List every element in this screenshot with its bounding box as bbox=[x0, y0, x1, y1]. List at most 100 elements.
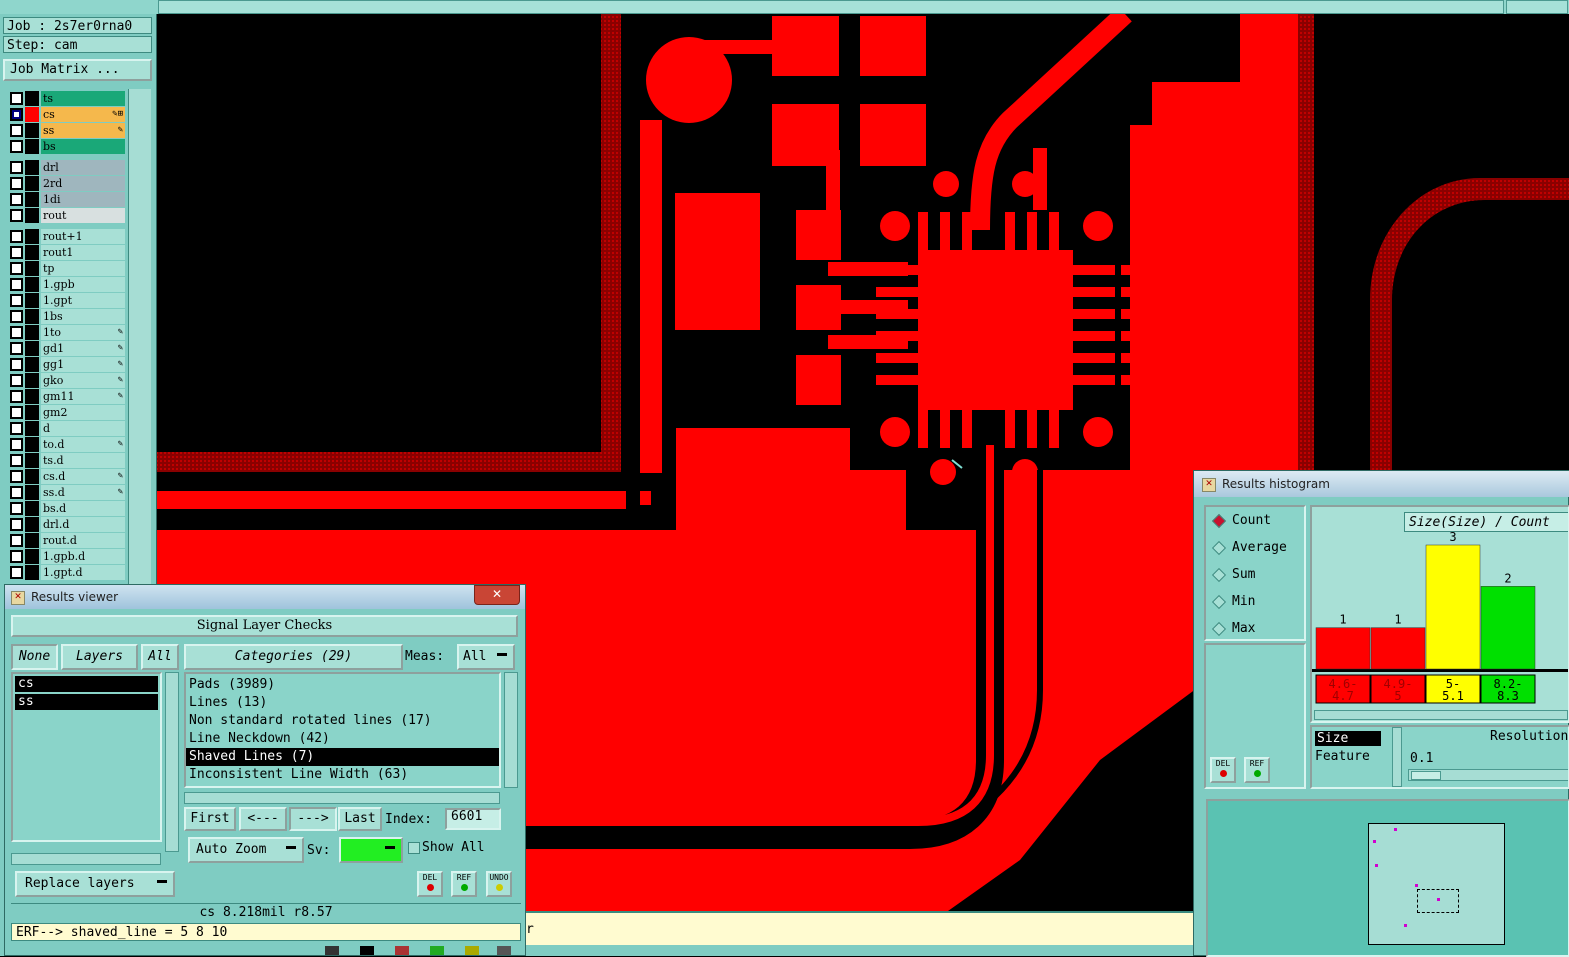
layer-result-item[interactable]: ss bbox=[15, 694, 158, 710]
sv-color-select[interactable] bbox=[339, 837, 403, 863]
layer-row-ss[interactable]: ss ✎ bbox=[5, 123, 125, 138]
replace-layers-select[interactable]: Replace layers bbox=[15, 871, 175, 897]
layer-checkbox[interactable] bbox=[10, 534, 23, 547]
mode-radio-min[interactable]: Min bbox=[1206, 588, 1304, 615]
layer-row-bs[interactable]: bs bbox=[5, 139, 125, 154]
mode-radio-count[interactable]: Count bbox=[1206, 507, 1304, 534]
undo-icon[interactable]: UNDO bbox=[486, 871, 512, 897]
category-item[interactable]: Lines (13) bbox=[186, 694, 499, 712]
layer-checkbox[interactable] bbox=[10, 278, 23, 291]
layer-checkbox[interactable] bbox=[10, 326, 23, 339]
job-matrix-button[interactable]: Job Matrix ... bbox=[3, 59, 152, 81]
resolution-slider[interactable] bbox=[1408, 769, 1568, 781]
layer-checkbox[interactable] bbox=[10, 262, 23, 275]
layer-name[interactable]: to.d bbox=[41, 437, 125, 452]
prev-button[interactable]: <--- bbox=[239, 807, 287, 831]
close-button[interactable]: ✕ bbox=[474, 585, 520, 605]
refresh-icon[interactable]: REF bbox=[451, 871, 477, 897]
layer-list-hscroll[interactable] bbox=[11, 853, 161, 865]
layer-row-cs.d[interactable]: cs.d ✎ bbox=[5, 469, 125, 484]
histogram-titlebar[interactable]: ✕ Results histogram bbox=[1194, 471, 1569, 497]
layer-row-gg1[interactable]: gg1 ✎ bbox=[5, 357, 125, 372]
layer-name[interactable]: gg1 bbox=[41, 357, 125, 372]
layer-row-1.gpb.d[interactable]: 1.gpb.d bbox=[5, 549, 125, 564]
layer-name[interactable]: 1.gpt bbox=[41, 293, 125, 308]
none-button[interactable]: None bbox=[11, 644, 58, 670]
layer-name[interactable]: 2rd bbox=[41, 176, 125, 191]
layer-checkbox[interactable] bbox=[10, 161, 23, 174]
layer-result-item[interactable]: cs bbox=[15, 676, 158, 692]
layer-checkbox[interactable] bbox=[10, 390, 23, 403]
layer-checkbox[interactable] bbox=[10, 566, 23, 579]
layer-checkbox[interactable] bbox=[10, 422, 23, 435]
layer-name[interactable]: rout bbox=[41, 208, 125, 223]
layer-row-gko[interactable]: gko ✎ bbox=[5, 373, 125, 388]
results-viewer-titlebar[interactable]: ✕ Results viewer bbox=[5, 585, 525, 609]
layer-row-d[interactable]: d bbox=[5, 421, 125, 436]
layer-row-gm11[interactable]: gm11 ✎ bbox=[5, 389, 125, 404]
size-item[interactable]: Size bbox=[1315, 731, 1381, 746]
layer-checkbox[interactable] bbox=[10, 550, 23, 563]
mode-radio-average[interactable]: Average bbox=[1206, 534, 1304, 561]
histogram-hscroll[interactable] bbox=[1314, 710, 1568, 720]
index-input[interactable]: 6601 bbox=[445, 808, 501, 830]
layer-row-gd1[interactable]: gd1 ✎ bbox=[5, 341, 125, 356]
layer-list-scrollbar[interactable] bbox=[128, 89, 151, 599]
category-item[interactable]: Non standard rotated lines (17) bbox=[186, 712, 499, 730]
layer-row-1.gpt.d[interactable]: 1.gpt.d bbox=[5, 565, 125, 580]
next-button[interactable]: ---> bbox=[289, 807, 337, 831]
layer-checkbox[interactable] bbox=[10, 310, 23, 323]
layer-name[interactable]: drl.d bbox=[41, 517, 125, 532]
layer-row-1to[interactable]: 1to ✎ bbox=[5, 325, 125, 340]
layer-row-bs.d[interactable]: bs.d bbox=[5, 501, 125, 516]
layer-checkbox[interactable] bbox=[10, 342, 23, 355]
layer-name[interactable]: rout+1 bbox=[41, 229, 125, 244]
radio-diamond-icon[interactable] bbox=[1211, 513, 1227, 529]
layer-row-to.d[interactable]: to.d ✎ bbox=[5, 437, 125, 452]
layers-button[interactable]: Layers bbox=[61, 644, 138, 670]
layer-name[interactable]: gm2 bbox=[41, 405, 125, 420]
layer-name[interactable]: gko bbox=[41, 373, 125, 388]
layer-checkbox[interactable] bbox=[10, 374, 23, 387]
layer-row-1bs[interactable]: 1bs bbox=[5, 309, 125, 324]
category-item[interactable]: Shaved Lines (7) bbox=[186, 748, 499, 766]
layer-name[interactable]: cs.d bbox=[41, 469, 125, 484]
overview-minimap[interactable] bbox=[1206, 799, 1569, 957]
layer-checkbox[interactable] bbox=[10, 358, 23, 371]
feature-item[interactable]: Feature bbox=[1315, 749, 1370, 764]
layer-row-rout+1[interactable]: rout+1 bbox=[5, 229, 125, 244]
radio-diamond-icon[interactable] bbox=[1211, 567, 1227, 583]
auto-zoom-select[interactable]: Auto Zoom bbox=[188, 837, 304, 863]
layer-row-1.gpt[interactable]: 1.gpt bbox=[5, 293, 125, 308]
layer-checkbox[interactable] bbox=[10, 438, 23, 451]
delete-icon[interactable]: DEL bbox=[417, 871, 443, 897]
layer-name[interactable]: ts bbox=[41, 91, 125, 106]
layer-checkbox[interactable] bbox=[10, 230, 23, 243]
first-button[interactable]: First bbox=[184, 807, 236, 831]
layer-checkbox[interactable] bbox=[10, 124, 23, 137]
layer-name[interactable]: gd1 bbox=[41, 341, 125, 356]
category-item[interactable]: Line Neckdown (42) bbox=[186, 730, 499, 748]
histogram-bar[interactable] bbox=[1480, 586, 1536, 670]
layer-row-1di[interactable]: 1di bbox=[5, 192, 125, 207]
mode-radio-max[interactable]: Max bbox=[1206, 615, 1304, 642]
layer-checkbox[interactable] bbox=[10, 518, 23, 531]
command-strip[interactable]: r bbox=[526, 911, 1196, 947]
top-field-right[interactable] bbox=[1506, 0, 1568, 14]
meas-select[interactable]: All bbox=[457, 644, 515, 670]
layer-row-gm2[interactable]: gm2 bbox=[5, 405, 125, 420]
layer-row-rout1[interactable]: rout1 bbox=[5, 245, 125, 260]
layer-name[interactable]: ts.d bbox=[41, 453, 125, 468]
radio-diamond-icon[interactable] bbox=[1211, 594, 1227, 610]
layer-name[interactable]: ss bbox=[41, 123, 125, 138]
all-button[interactable]: All bbox=[141, 644, 179, 670]
top-field[interactable] bbox=[158, 0, 1504, 14]
categories-button[interactable]: Categories (29) bbox=[184, 644, 403, 670]
last-button[interactable]: Last bbox=[338, 807, 382, 831]
layer-results-list[interactable]: cs ss bbox=[11, 672, 162, 842]
layer-checkbox[interactable] bbox=[10, 502, 23, 515]
layer-name[interactable]: gm11 bbox=[41, 389, 125, 404]
category-item[interactable]: Inconsistent Line Width (63) bbox=[186, 766, 499, 784]
categories-hscroll[interactable] bbox=[184, 792, 500, 804]
layer-row-cs[interactable]: cs ✎⊞ bbox=[5, 107, 125, 122]
